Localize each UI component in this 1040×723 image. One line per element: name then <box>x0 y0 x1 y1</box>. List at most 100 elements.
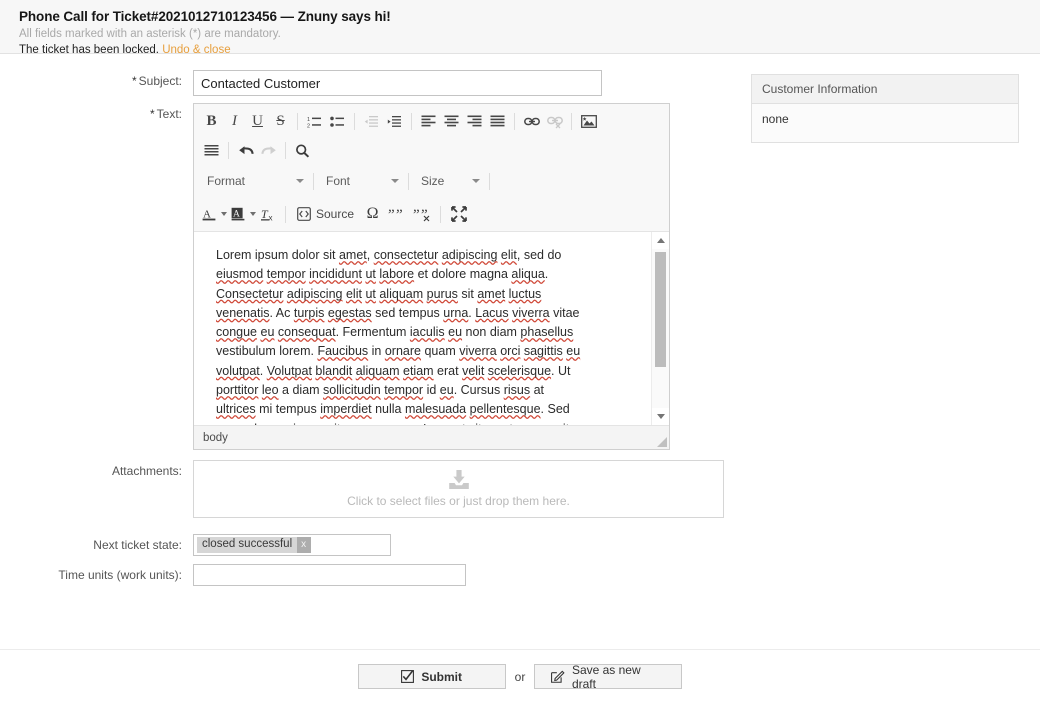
toolbar-separator <box>571 113 572 130</box>
subject-label: *Subject: <box>0 70 193 89</box>
align-right-icon[interactable] <box>463 111 486 133</box>
toolbar-separator <box>285 142 286 159</box>
required-asterisk: * <box>132 74 137 88</box>
main-content: *Subject: *Text: B I U <box>0 54 1040 649</box>
chip-remove-icon[interactable]: x <box>297 537 311 553</box>
text-color-icon[interactable]: A <box>200 203 218 225</box>
increase-indent-icon[interactable] <box>383 111 406 133</box>
subject-row: *Subject: <box>0 70 745 96</box>
maximize-icon[interactable] <box>446 203 472 225</box>
numbered-list-icon[interactable]: 12 <box>303 111 326 133</box>
background-color-chevron-down-icon[interactable] <box>247 203 258 225</box>
unlink-icon[interactable] <box>543 111 566 133</box>
upload-tray-icon <box>448 470 470 490</box>
toolbar-separator <box>489 173 490 190</box>
align-left-icon[interactable] <box>417 111 440 133</box>
widget-title: Customer Information <box>752 75 1018 104</box>
remove-format-icon[interactable]: Tx <box>258 203 280 225</box>
time-units-input[interactable] <box>193 564 466 586</box>
edit-pencil-icon <box>551 670 565 683</box>
checkbox-check-icon <box>401 670 414 683</box>
next-state-control: closed successful x <box>193 534 745 556</box>
search-icon[interactable] <box>291 140 314 162</box>
subject-input[interactable] <box>193 70 602 96</box>
svg-text:x: x <box>268 213 272 222</box>
form-column: *Subject: *Text: B I U <box>0 54 745 586</box>
scroll-up-icon[interactable] <box>652 232 669 249</box>
editor-element-path: body <box>194 426 669 449</box>
source-button[interactable]: Source <box>291 203 360 225</box>
toolbar-row-2 <box>194 136 669 165</box>
resize-grip-icon[interactable] <box>657 437 667 447</box>
toolbar-row-1: B I U S 12 <box>194 104 669 136</box>
element-path-body[interactable]: body <box>203 432 228 444</box>
chevron-down-icon <box>391 179 399 183</box>
toolbar-separator <box>354 113 355 130</box>
toolbar-row-3: Format Font Size <box>194 165 669 197</box>
italic-icon[interactable]: I <box>223 111 246 133</box>
svg-text:”: ” <box>396 207 403 222</box>
svg-text:1: 1 <box>307 117 310 123</box>
undo-icon[interactable] <box>234 140 257 162</box>
page-title: Phone Call for Ticket#2021012710123456 —… <box>19 9 1040 24</box>
horizontal-rule-icon[interactable] <box>200 140 223 162</box>
background-color-icon[interactable]: A <box>229 203 247 225</box>
submit-button[interactable]: Submit <box>358 664 506 689</box>
text-label-text: Text: <box>157 107 182 121</box>
submit-button-label: Submit <box>421 670 462 684</box>
text-color-chevron-down-icon[interactable] <box>218 203 229 225</box>
subject-label-text: Subject: <box>139 74 182 88</box>
font-dropdown-label: Font <box>326 174 350 188</box>
toolbar-separator <box>285 206 286 223</box>
time-units-control <box>193 564 745 586</box>
editor-body[interactable]: Lorem ipsum dolor sit amet, consectetur … <box>194 232 669 426</box>
time-units-row: Time units (work units): <box>0 564 745 586</box>
attachments-row: Attachments: Click to select files or ju… <box>0 460 745 518</box>
next-state-label: Next ticket state: <box>0 534 193 553</box>
strikethrough-icon[interactable]: S <box>269 111 292 133</box>
size-dropdown[interactable]: Size <box>414 170 484 192</box>
bulleted-list-icon[interactable] <box>326 111 349 133</box>
chip-label: closed successful <box>197 537 297 553</box>
bold-icon[interactable]: B <box>200 111 223 133</box>
attachment-dropzone[interactable]: Click to select files or just drop them … <box>193 460 724 518</box>
link-icon[interactable] <box>520 111 543 133</box>
underline-icon[interactable]: U <box>246 111 269 133</box>
font-dropdown[interactable]: Font <box>319 170 403 192</box>
scroll-down-icon[interactable] <box>652 408 669 425</box>
remove-quote-icon[interactable]: ”” <box>410 203 435 225</box>
toolbar-separator <box>514 113 515 130</box>
svg-text:A: A <box>233 209 240 219</box>
source-button-label: Source <box>316 207 354 221</box>
special-character-icon[interactable]: Ω <box>360 203 385 225</box>
add-quote-icon[interactable]: ”” <box>385 203 410 225</box>
rich-text-editor: B I U S 12 <box>193 103 670 450</box>
editor-paragraph: Lorem ipsum dolor sit amet, consectetur … <box>216 246 581 426</box>
editor-text-content[interactable]: Lorem ipsum dolor sit amet, consectetur … <box>194 232 603 426</box>
decrease-indent-icon[interactable] <box>360 111 383 133</box>
image-icon[interactable] <box>577 111 600 133</box>
subject-control <box>193 70 745 96</box>
dropzone-text: Click to select files or just drop them … <box>347 494 570 508</box>
svg-text:”: ” <box>388 207 395 222</box>
justify-icon[interactable] <box>486 111 509 133</box>
redo-icon[interactable] <box>257 140 280 162</box>
next-state-select[interactable]: closed successful x <box>193 534 391 556</box>
selected-state-chip: closed successful x <box>197 537 311 553</box>
toolbar-separator <box>228 142 229 159</box>
editor-scrollbar[interactable] <box>651 232 669 425</box>
svg-text:2: 2 <box>307 123 310 129</box>
widget-content: none <box>752 104 1018 142</box>
customer-information-widget: Customer Information none <box>751 74 1019 143</box>
draft-button-label: Save as new draft <box>572 663 665 691</box>
toolbar-separator <box>411 113 412 130</box>
text-control: B I U S 12 <box>193 103 745 450</box>
required-asterisk: * <box>150 107 155 121</box>
source-icon <box>297 207 311 221</box>
sidebar-column: Customer Information none <box>751 74 1019 143</box>
scrollbar-thumb[interactable] <box>655 252 666 367</box>
text-label: *Text: <box>0 103 193 122</box>
align-center-icon[interactable] <box>440 111 463 133</box>
format-dropdown[interactable]: Format <box>200 170 308 192</box>
save-as-draft-button[interactable]: Save as new draft <box>534 664 682 689</box>
